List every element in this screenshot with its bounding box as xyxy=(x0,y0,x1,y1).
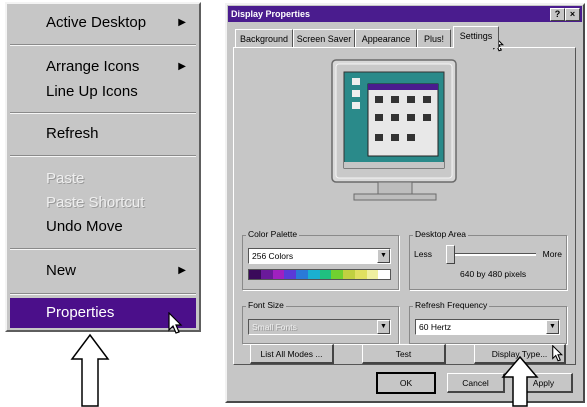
menu-item-label: Arrange Icons xyxy=(46,58,140,75)
desktop-context-menu: Active Desktop ▶ Arrange Icons ▶ Line Up… xyxy=(5,2,201,332)
help-icon: ? xyxy=(554,9,561,19)
close-icon: × xyxy=(569,9,576,19)
menu-item-label: Active Desktop xyxy=(46,14,147,31)
monitor-preview-icon xyxy=(331,59,457,201)
font-size-value: Small Fonts xyxy=(252,322,297,332)
desktop-area-label: Desktop Area xyxy=(413,229,469,239)
refresh-frequency-group: Refresh Frequency 60 Hertz ▼ xyxy=(409,300,567,344)
pointer-cursor-icon xyxy=(552,345,564,362)
dialog-title: Display Properties xyxy=(231,9,311,19)
pointer-cursor-icon xyxy=(168,312,183,334)
menu-item-active-desktop[interactable]: Active Desktop ▶ xyxy=(10,8,196,38)
tab-background[interactable]: Background xyxy=(235,29,293,47)
refresh-frequency-value: 60 Hertz xyxy=(419,322,452,332)
color-palette-label: Color Palette xyxy=(246,229,300,239)
menu-item-label: Paste Shortcut xyxy=(46,194,145,211)
menu-separator xyxy=(10,44,196,46)
menu-item-label: Refresh xyxy=(46,125,99,142)
ok-button[interactable]: OK xyxy=(376,372,436,394)
tab-appearance[interactable]: Appearance xyxy=(355,29,417,47)
menu-item-label: Paste xyxy=(46,170,85,187)
settings-panel: Color Palette 256 Colors ▼ Desktop Area … xyxy=(233,47,576,365)
font-size-select: Small Fonts ▼ xyxy=(248,319,391,335)
desktop-area-group: Desktop Area Less More 640 by 480 pixels xyxy=(409,229,567,290)
desktop-area-less-label: Less xyxy=(414,249,432,259)
up-arrow-callout-icon xyxy=(70,333,110,407)
close-button[interactable]: × xyxy=(565,8,580,21)
dropdown-arrow-icon: ▼ xyxy=(546,320,559,334)
cancel-button[interactable]: Cancel xyxy=(447,373,505,393)
tab-label: Screen Saver xyxy=(296,34,352,44)
button-label: Test xyxy=(395,349,412,359)
submenu-arrow-icon: ▶ xyxy=(178,17,186,28)
help-button[interactable]: ? xyxy=(550,8,565,21)
color-palette-preview xyxy=(248,269,391,280)
submenu-arrow-icon: ▶ xyxy=(178,265,186,276)
menu-item-undo-move[interactable]: Undo Move xyxy=(10,212,196,242)
tab-label: Settings xyxy=(459,31,493,41)
menu-item-label: New xyxy=(46,262,77,279)
test-button[interactable]: Test xyxy=(362,344,446,364)
refresh-frequency-select[interactable]: 60 Hertz ▼ xyxy=(415,319,560,335)
tab-label: Appearance xyxy=(361,34,411,44)
font-size-label: Font Size xyxy=(246,300,286,310)
tab-settings[interactable]: Settings xyxy=(453,26,499,48)
menu-separator xyxy=(10,112,196,114)
color-palette-select[interactable]: 256 Colors ▼ xyxy=(248,248,391,264)
menu-item-label: Undo Move xyxy=(46,218,123,235)
menu-item-refresh[interactable]: Refresh xyxy=(10,119,196,149)
font-size-group: Font Size Small Fonts ▼ xyxy=(242,300,399,344)
tab-label: Background xyxy=(239,34,289,44)
up-arrow-callout-icon xyxy=(501,355,539,407)
menu-item-label: Properties xyxy=(46,304,115,321)
menu-item-new[interactable]: New ▶ xyxy=(10,256,196,286)
list-all-modes-button[interactable]: List All Modes ... xyxy=(250,344,334,364)
button-label: OK xyxy=(399,378,413,388)
tab-plus[interactable]: Plus! xyxy=(417,29,451,47)
menu-item-label: Line Up Icons xyxy=(46,83,138,100)
desktop-area-slider-thumb[interactable] xyxy=(446,245,455,264)
menu-item-line-up-icons[interactable]: Line Up Icons xyxy=(10,77,196,107)
menu-separator xyxy=(10,155,196,157)
dropdown-arrow-icon: ▼ xyxy=(377,249,390,263)
color-palette-group: Color Palette 256 Colors ▼ xyxy=(242,229,399,290)
desktop-area-resolution: 640 by 480 pixels xyxy=(460,269,527,279)
menu-separator xyxy=(10,293,196,295)
refresh-frequency-label: Refresh Frequency xyxy=(413,300,490,310)
desktop-area-more-label: More xyxy=(542,249,562,259)
menu-separator xyxy=(10,248,196,250)
color-palette-value: 256 Colors xyxy=(252,251,294,261)
tab-screen-saver[interactable]: Screen Saver xyxy=(293,29,355,47)
desktop-area-slider-track xyxy=(446,253,536,256)
button-label: List All Modes ... xyxy=(260,349,323,359)
button-label: Cancel xyxy=(462,378,489,388)
display-properties-dialog: Display Properties ? × Background Screen… xyxy=(225,3,585,403)
title-bar: Display Properties ? × xyxy=(228,6,582,22)
dropdown-arrow-icon: ▼ xyxy=(377,320,390,334)
tab-label: Plus! xyxy=(423,34,444,44)
